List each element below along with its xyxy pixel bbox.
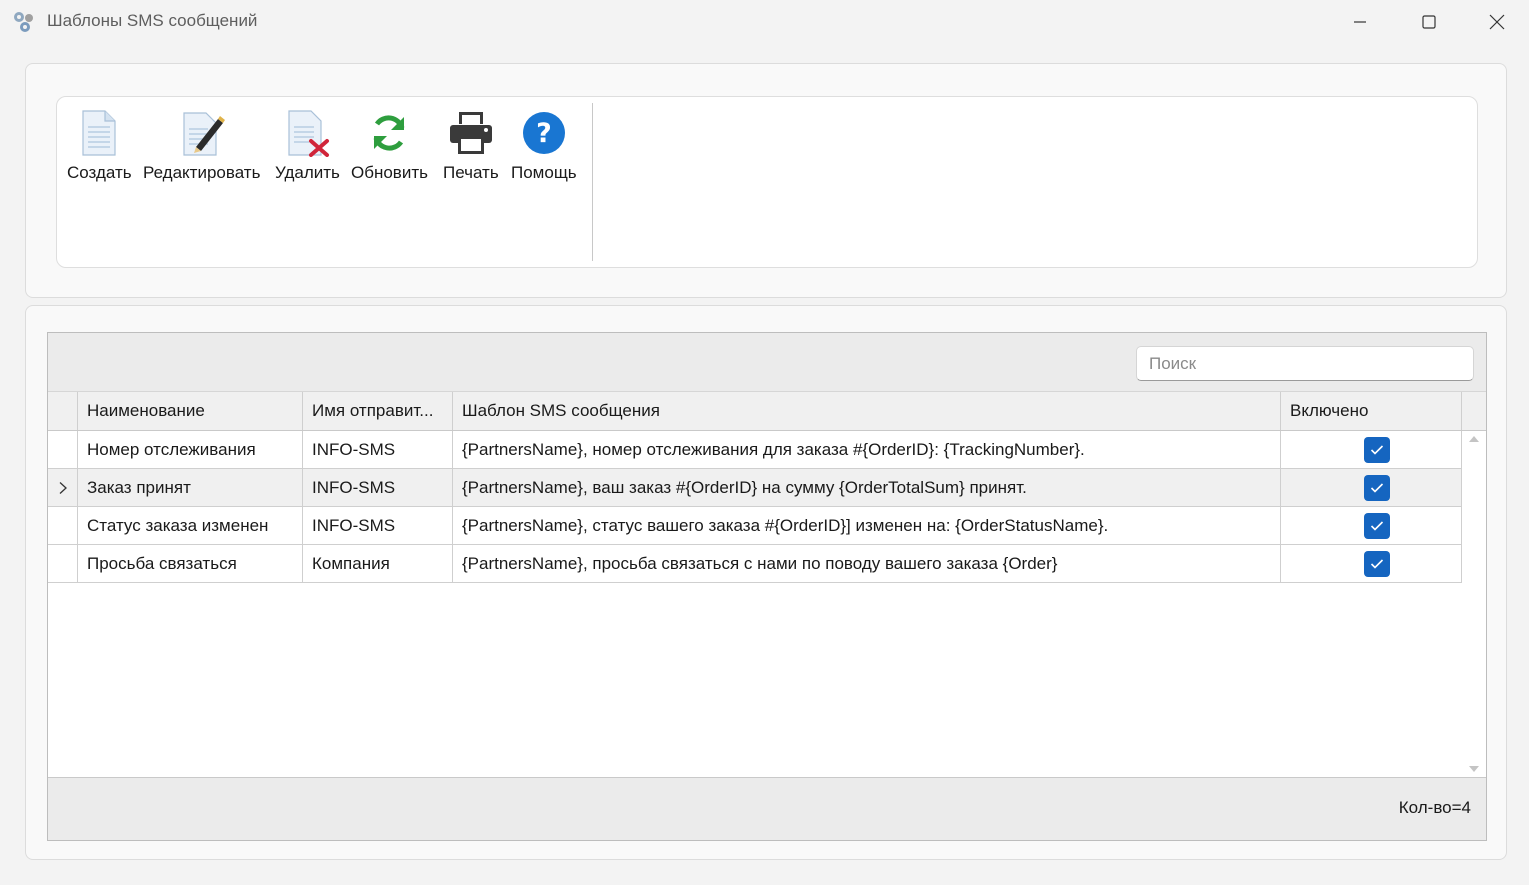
minimize-button[interactable] [1326, 0, 1394, 44]
cell-template[interactable]: {PartnersName}, статус вашего заказа #{O… [453, 507, 1281, 544]
enabled-checkbox[interactable] [1364, 436, 1390, 463]
cell-enabled [1281, 469, 1462, 506]
checkmark-icon [1370, 520, 1384, 531]
table-row-selected[interactable]: Заказ принят INFO-SMS {PartnersName}, ва… [48, 469, 1462, 507]
refresh-icon [365, 109, 413, 157]
scroll-down-icon [1469, 766, 1479, 772]
new-document-icon [75, 109, 123, 157]
cell-template[interactable]: {PartnersName}, просьба связаться с нами… [453, 545, 1281, 582]
cell-name[interactable]: Статус заказа изменен [78, 507, 303, 544]
cell-template[interactable]: {PartnersName}, ваш заказ #{OrderID} на … [453, 469, 1281, 506]
scroll-up-icon [1469, 436, 1479, 442]
help-button[interactable]: ? Помощь [511, 109, 577, 189]
cell-enabled [1281, 431, 1462, 468]
delete-document-icon [283, 109, 331, 157]
vertical-scrollbar[interactable] [1462, 431, 1486, 777]
cell-name[interactable]: Просьба связаться [78, 545, 303, 582]
help-label: Помощь [511, 163, 577, 182]
row-indicator [48, 469, 78, 506]
table-row[interactable]: Номер отслеживания INFO-SMS {PartnersNam… [48, 431, 1462, 469]
cell-name[interactable]: Заказ принят [78, 469, 303, 506]
header-indicator-cell [48, 392, 78, 430]
row-indicator [48, 545, 78, 582]
cell-enabled [1281, 545, 1462, 582]
row-indicator [48, 431, 78, 468]
column-header-enabled[interactable]: Включено [1281, 392, 1462, 430]
cell-sender[interactable]: INFO-SMS [303, 507, 453, 544]
table-row[interactable]: Статус заказа изменен INFO-SMS {Partners… [48, 507, 1462, 545]
cell-enabled [1281, 507, 1462, 544]
enabled-checkbox[interactable] [1364, 474, 1390, 501]
delete-label: Удалить [275, 163, 340, 182]
ribbon: Создать Редактировать Удалить Обновить П… [56, 96, 1478, 268]
checkmark-icon [1370, 444, 1384, 455]
table-row[interactable]: Просьба связаться Компания {PartnersName… [48, 545, 1462, 583]
column-header-name[interactable]: Наименование [78, 392, 303, 430]
print-button[interactable]: Печать [443, 109, 499, 189]
enabled-checkbox[interactable] [1364, 512, 1390, 539]
gear-app-icon [12, 10, 36, 34]
cell-sender[interactable]: INFO-SMS [303, 469, 453, 506]
edit-button[interactable]: Редактировать [143, 109, 260, 189]
print-label: Печать [443, 163, 499, 182]
grid-toolbar [48, 333, 1486, 392]
grid-footer: Кол-во=4 [48, 777, 1486, 840]
grid-header: Наименование Имя отправит... Шаблон SMS … [48, 392, 1486, 431]
grid-panel: Наименование Имя отправит... Шаблон SMS … [25, 305, 1507, 860]
cell-template[interactable]: {PartnersName}, номер отслеживания для з… [453, 431, 1281, 468]
column-header-template[interactable]: Шаблон SMS сообщения [453, 392, 1281, 430]
ribbon-separator [592, 103, 593, 261]
chevron-right-icon [59, 481, 67, 494]
refresh-label: Обновить [351, 163, 428, 182]
enabled-checkbox[interactable] [1364, 550, 1390, 577]
header-scroll-spacer [1462, 392, 1486, 430]
printer-icon [447, 109, 495, 157]
create-label: Создать [67, 163, 132, 182]
search-input[interactable] [1136, 346, 1474, 381]
cell-sender[interactable]: Компания [303, 545, 453, 582]
record-count: Кол-во=4 [1398, 798, 1471, 817]
column-header-sender[interactable]: Имя отправит... [303, 392, 453, 430]
row-indicator [48, 507, 78, 544]
checkmark-icon [1370, 482, 1384, 493]
edit-label: Редактировать [143, 163, 261, 182]
help-icon: ? [520, 109, 568, 157]
cell-name[interactable]: Номер отслеживания [78, 431, 303, 468]
cell-sender[interactable]: INFO-SMS [303, 431, 453, 468]
delete-button[interactable]: Удалить [275, 109, 340, 189]
title-bar: Шаблоны SMS сообщений [0, 0, 1529, 44]
window-title: Шаблоны SMS сообщений [47, 11, 258, 30]
maximize-button[interactable] [1395, 0, 1463, 44]
data-grid: Наименование Имя отправит... Шаблон SMS … [47, 332, 1487, 841]
svg-text:?: ? [536, 118, 552, 149]
splitter-handle[interactable] [755, 299, 777, 313]
checkmark-icon [1370, 558, 1384, 569]
edit-document-icon [178, 109, 226, 157]
create-button[interactable]: Создать [67, 109, 132, 189]
close-button[interactable] [1463, 0, 1529, 44]
refresh-button[interactable]: Обновить [351, 109, 428, 189]
toolbar-panel: Создать Редактировать Удалить Обновить П… [25, 63, 1507, 298]
